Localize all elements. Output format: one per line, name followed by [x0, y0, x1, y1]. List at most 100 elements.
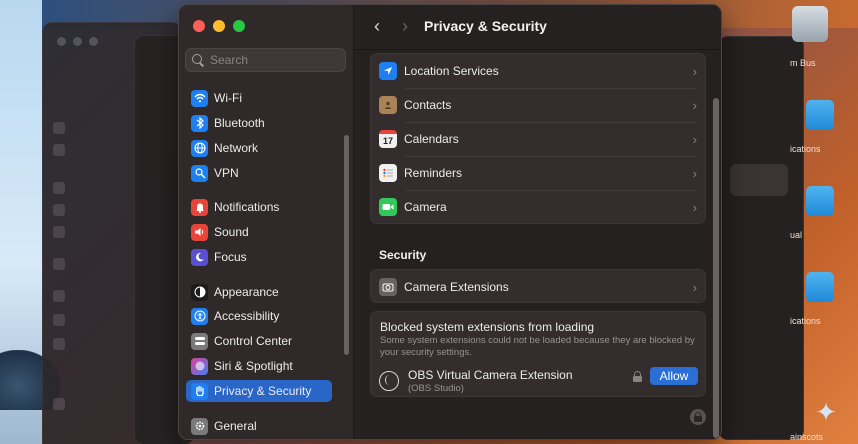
row-location-services[interactable]: Location Services › — [371, 54, 705, 88]
search-field[interactable] — [185, 48, 346, 72]
hand-icon — [191, 382, 208, 400]
sidebar-item-label: Wi-Fi — [214, 91, 242, 105]
sidebar: Wi-Fi Bluetooth Network VPN Notification… — [179, 5, 354, 439]
camera-icon — [379, 198, 397, 216]
siri-icon — [191, 357, 208, 375]
sidebar-item-label: Network — [214, 141, 259, 155]
system-settings-window: Wi-Fi Bluetooth Network VPN Notification… — [178, 4, 722, 440]
chevron-right-icon: › — [692, 131, 697, 147]
row-reminders[interactable]: Reminders › — [371, 156, 705, 190]
background-selection — [730, 164, 788, 196]
desktop-icon-label: ications — [790, 144, 821, 154]
bluetooth-icon — [191, 114, 208, 132]
chevron-right-icon: › — [692, 63, 697, 79]
calendar-icon: 17 — [379, 130, 397, 148]
row-contacts[interactable]: Contacts › — [371, 88, 705, 122]
sidebar-item-label: Accessibility — [214, 309, 280, 323]
content-scrollbar[interactable] — [713, 98, 719, 438]
blocked-title: Blocked system extensions from loading — [380, 320, 595, 334]
calendar-date: 17 — [382, 136, 393, 146]
sidebar-item-label: Control Center — [214, 334, 293, 348]
sidebar-item-label: Focus — [214, 250, 247, 264]
row-label: Reminders — [404, 166, 463, 180]
obs-logo-icon — [379, 371, 399, 391]
moon-icon — [191, 248, 208, 266]
gear-icon — [191, 417, 208, 435]
sidebar-item-focus[interactable]: Focus — [186, 246, 332, 268]
camera-extensions-group: Camera Extensions › — [370, 269, 706, 303]
chevron-right-icon: › — [692, 199, 697, 215]
folder-icon[interactable] — [806, 272, 834, 302]
desktop-icon-label: ications — [790, 316, 821, 326]
sidebar-item-vpn[interactable]: VPN — [186, 162, 332, 184]
chevron-right-icon: › — [692, 279, 697, 295]
divider — [354, 49, 721, 50]
zoom-button[interactable] — [233, 20, 245, 32]
reminders-icon — [379, 164, 397, 182]
sidebar-item-control-center[interactable]: Control Center — [186, 330, 332, 352]
sidebar-item-label: General — [214, 419, 257, 433]
sidebar-item-wifi[interactable]: Wi-Fi — [186, 87, 332, 109]
folder-icon[interactable] — [806, 186, 834, 216]
disk-icon[interactable] — [792, 6, 828, 42]
bell-icon — [191, 198, 208, 216]
lock-icon — [633, 371, 642, 382]
chevron-right-icon: › — [692, 165, 697, 181]
extension-name: OBS Virtual Camera Extension — [408, 368, 573, 382]
location-arrow-icon — [379, 62, 397, 80]
sidebar-item-label: VPN — [214, 166, 239, 180]
back-chevron-icon[interactable]: ‹ — [368, 16, 386, 36]
sidebar-item-bluetooth[interactable]: Bluetooth — [186, 112, 332, 134]
search-input[interactable] — [210, 53, 340, 67]
globe-icon — [191, 139, 208, 157]
section-heading-security: Security — [379, 248, 427, 262]
row-label: Camera — [404, 200, 447, 214]
page-title: Privacy & Security — [424, 18, 547, 34]
row-calendars[interactable]: 17 Calendars › — [371, 122, 705, 156]
allow-button[interactable]: Allow — [650, 367, 698, 385]
sidebar-item-network[interactable]: Network — [186, 137, 332, 159]
chevron-right-icon: › — [692, 97, 697, 113]
toolbar: ‹ › Privacy & Security — [354, 5, 721, 49]
row-camera-extensions[interactable]: Camera Extensions › — [371, 270, 705, 304]
sidebar-item-appearance[interactable]: Appearance — [186, 281, 332, 303]
row-label: Location Services — [404, 64, 499, 78]
sidebar-item-sound[interactable]: Sound — [186, 221, 332, 243]
vpn-icon — [191, 164, 208, 182]
contacts-icon — [379, 96, 397, 114]
row-camera[interactable]: Camera › — [371, 190, 705, 224]
sidebar-item-label: Privacy & Security — [214, 384, 312, 398]
sidebar-item-label: Siri & Spotlight — [214, 359, 293, 373]
wifi-icon — [191, 89, 208, 107]
extension-source: (OBS Studio) — [408, 383, 464, 394]
folder-icon[interactable] — [806, 100, 834, 130]
sidebar-item-privacy-security[interactable]: Privacy & Security — [186, 380, 332, 402]
sidebar-item-siri-spotlight[interactable]: Siri & Spotlight — [186, 355, 332, 377]
lock-icon[interactable] — [690, 409, 706, 425]
sidebar-item-notifications[interactable]: Notifications — [186, 196, 332, 218]
blocked-extensions-panel: Blocked system extensions from loading S… — [370, 311, 706, 397]
content-pane: ‹ › Privacy & Security Location Services… — [354, 5, 721, 439]
desktop-icon-label: m Bus — [790, 58, 816, 68]
row-label: Contacts — [404, 98, 452, 112]
appearance-icon — [191, 283, 208, 301]
accessibility-icon — [191, 307, 208, 325]
sidebar-scrollbar[interactable] — [344, 135, 349, 355]
desktop-icon-label: ainscots — [790, 432, 824, 442]
close-button[interactable] — [193, 20, 205, 32]
blocked-description: Some system extensions could not be load… — [380, 335, 695, 358]
sidebar-item-accessibility[interactable]: Accessibility — [186, 305, 332, 327]
sidebar-item-general[interactable]: General — [186, 415, 332, 437]
sidebar-item-label: Notifications — [214, 200, 280, 214]
control-center-icon — [191, 332, 208, 350]
window-controls — [193, 20, 245, 32]
sidebar-item-label: Sound — [214, 225, 249, 239]
sidebar-item-label: Bluetooth — [214, 116, 265, 130]
search-icon — [192, 54, 204, 66]
forward-chevron-icon[interactable]: › — [396, 16, 414, 36]
row-label: Calendars — [404, 132, 459, 146]
row-label: Camera Extensions — [404, 280, 509, 294]
speaker-icon — [191, 223, 208, 241]
privacy-list: Location Services › Contacts › 17 Calend… — [370, 53, 706, 224]
minimize-button[interactable] — [213, 20, 225, 32]
